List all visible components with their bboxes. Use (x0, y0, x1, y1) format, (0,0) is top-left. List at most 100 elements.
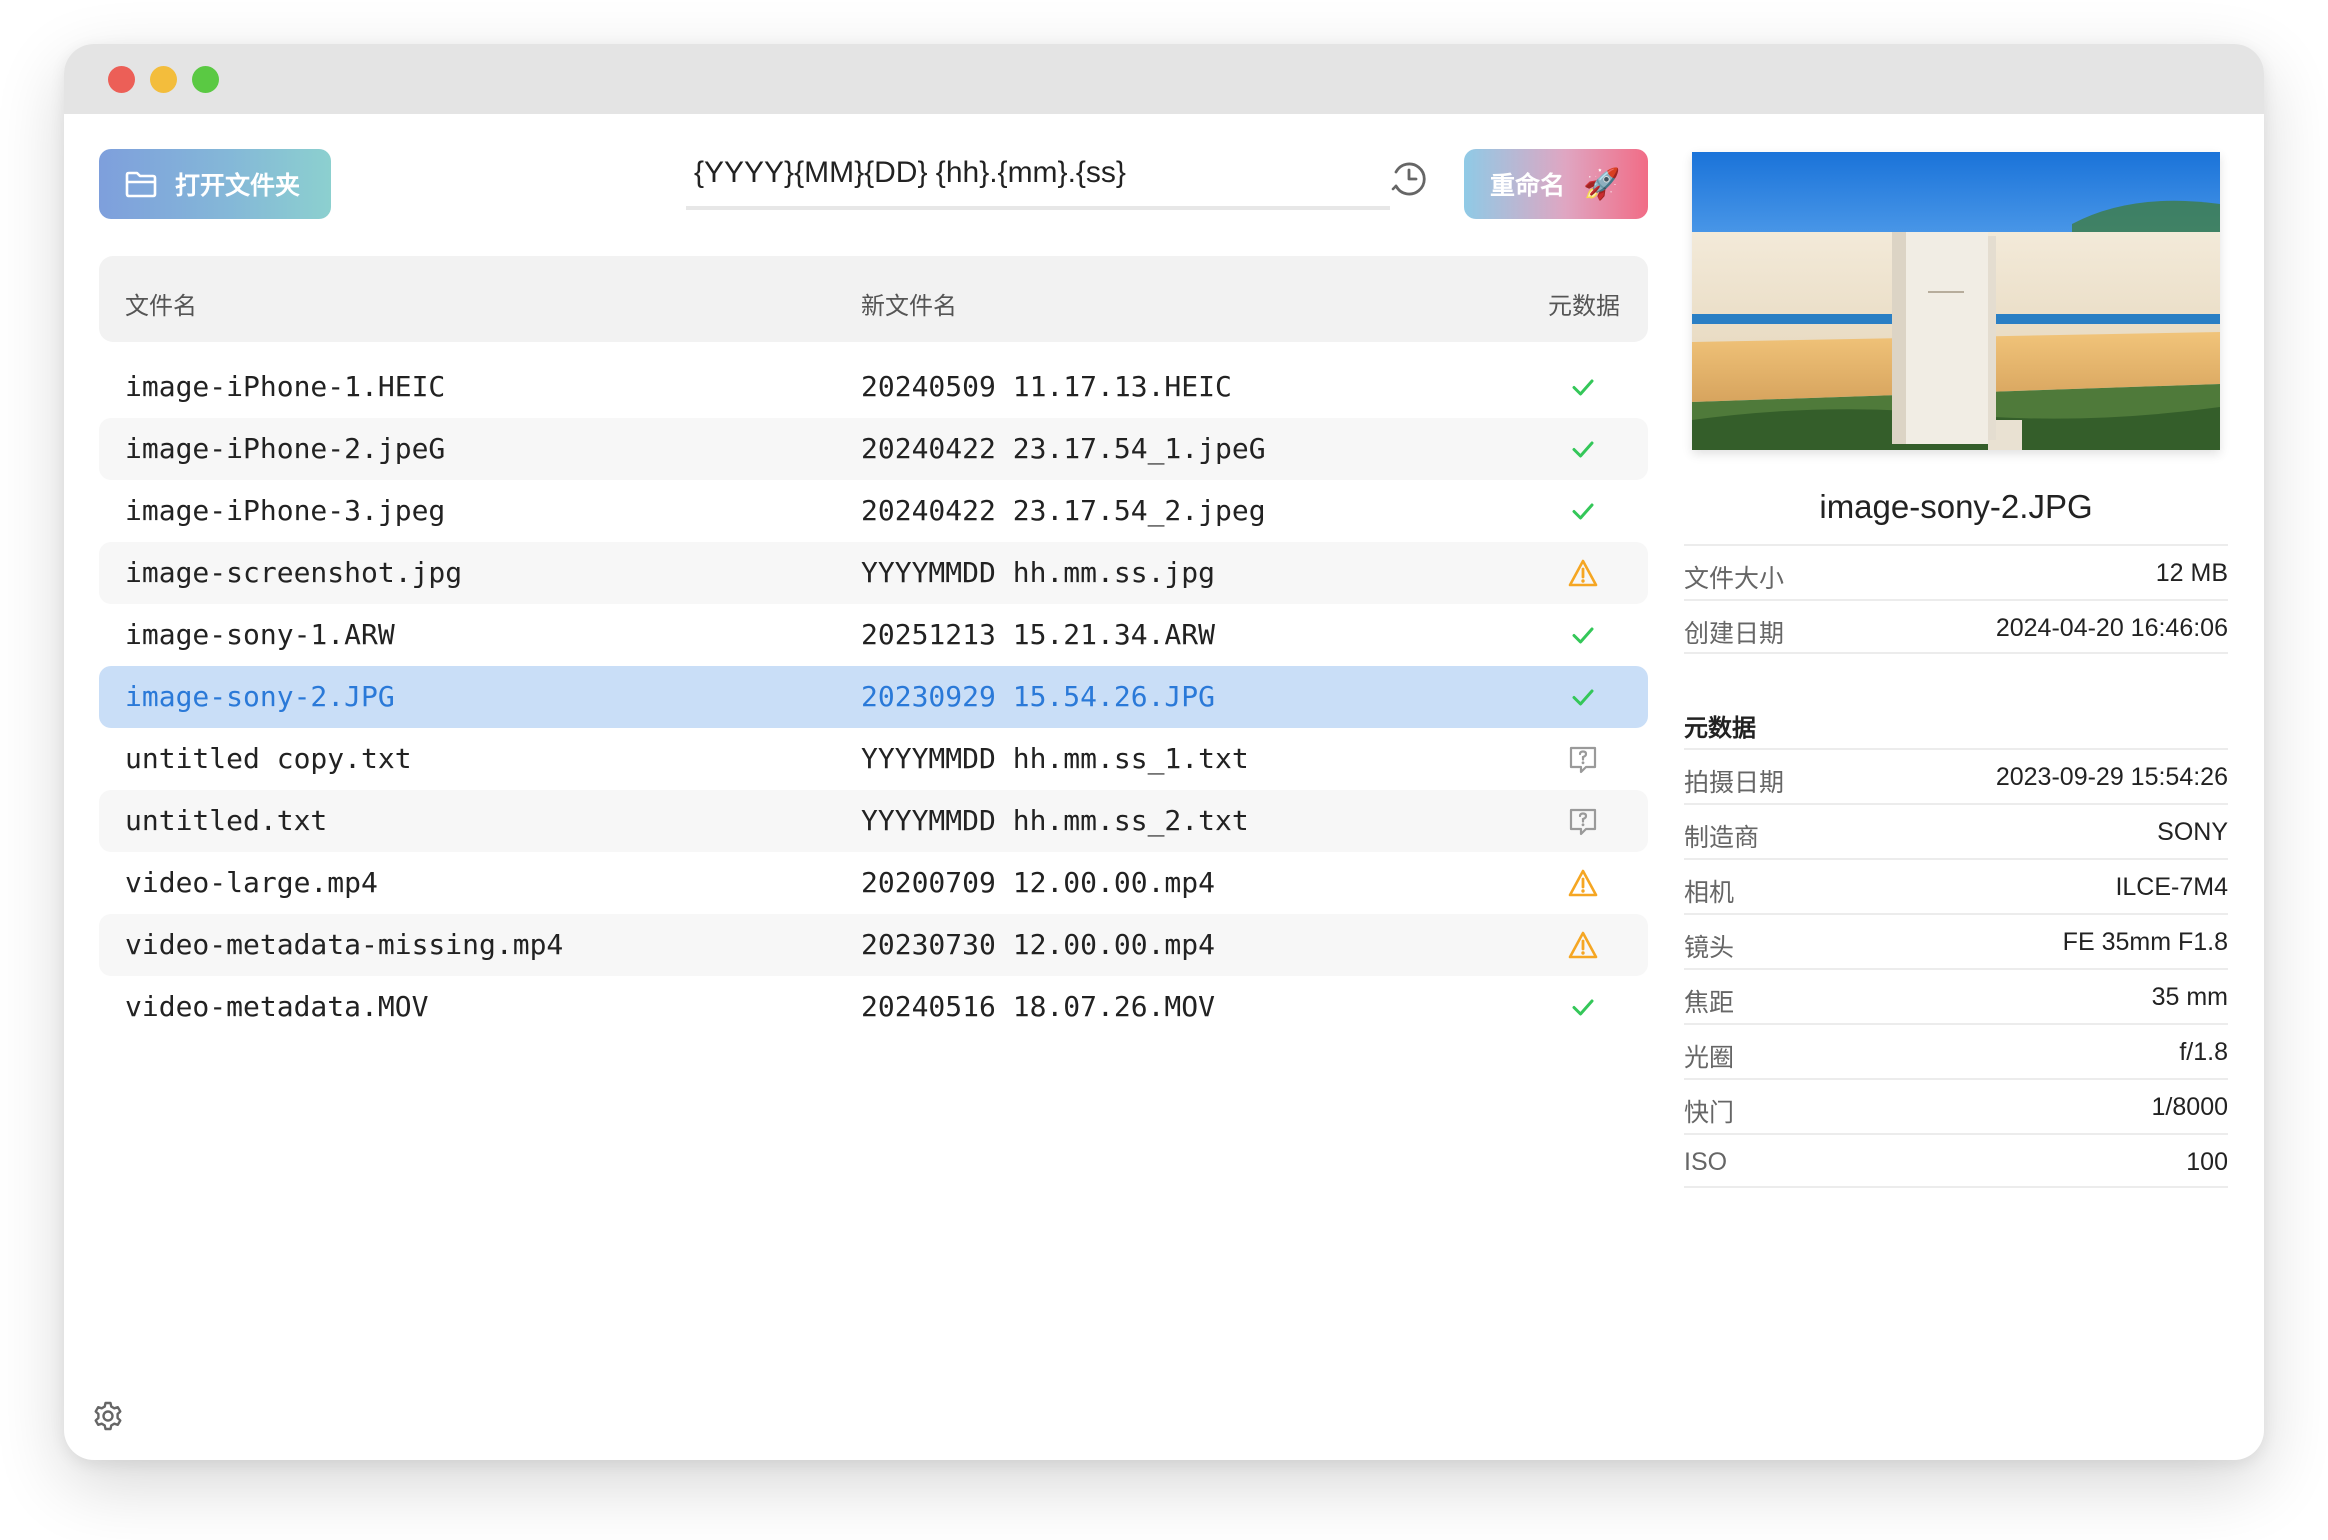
info-label: 快门 (1684, 1099, 1735, 1127)
image-preview (1692, 152, 2220, 450)
rename-pattern-field (686, 144, 1390, 210)
file-name-cell: image-screenshot.jpg (125, 556, 463, 589)
table-row[interactable]: image-sony-2.JPG 20230929 15.54.26.JPG (99, 666, 1648, 728)
checkmark-icon (1572, 379, 1594, 396)
info-value: 1/8000 (2151, 1093, 2228, 1121)
rename-button[interactable]: 重命名 🚀 (1464, 149, 1648, 219)
minimize-window-button[interactable] (150, 66, 177, 93)
table-row[interactable]: untitled.txt YYYYMMDD hh.mm.ss_2.txt (99, 790, 1648, 852)
metadata-section-title: 元数据 (1684, 715, 1756, 742)
file-name-cell: video-large.mp4 (125, 866, 378, 899)
close-window-button[interactable] (108, 66, 135, 93)
file-name-cell: image-iPhone-1.HEIC (125, 370, 446, 403)
new-file-name-cell: 20230929 15.54.26.JPG (861, 680, 1216, 713)
info-row: ISO 100 (1684, 1133, 2228, 1188)
file-name-cell: image-iPhone-3.jpeg (125, 494, 446, 527)
new-file-name-cell: YYYYMMDD hh.mm.ss_2.txt (861, 804, 1249, 837)
header-file-name[interactable]: 文件名 (125, 286, 197, 321)
info-row: 光圈 f/1.8 (1684, 1023, 2228, 1078)
info-label: 创建日期 (1684, 620, 1785, 648)
info-value: FE 35mm F1.8 (2062, 928, 2228, 956)
info-row: 文件大小 12 MB (1684, 544, 2228, 599)
table-row[interactable]: video-large.mp4 20200709 12.00.00.mp4 (99, 852, 1648, 914)
history-clock-icon[interactable] (1390, 160, 1428, 198)
checkmark-icon (1572, 441, 1594, 458)
info-label: 制造商 (1684, 824, 1760, 852)
new-file-name-cell: 20240516 18.07.26.MOV (861, 990, 1216, 1023)
file-name-cell: untitled copy.txt (125, 742, 412, 775)
info-label: ISO (1684, 1148, 1728, 1176)
unknown-metadata-icon (1569, 746, 1597, 774)
info-value: ILCE-7M4 (2115, 873, 2228, 901)
new-file-name-cell: 20251213 15.21.34.ARW (861, 618, 1216, 651)
warning-icon (1568, 559, 1598, 587)
info-row: 焦距 35 mm (1684, 968, 2228, 1023)
info-value: 2024-04-20 16:46:06 (1995, 614, 2228, 642)
file-table-header: 文件名 新文件名 元数据 (99, 256, 1648, 342)
file-name-cell: image-sony-1.ARW (125, 618, 395, 651)
gear-icon[interactable] (92, 1400, 124, 1432)
table-row[interactable]: video-metadata-missing.mp4 20230730 12.00… (99, 914, 1648, 976)
info-label: 相机 (1684, 879, 1735, 907)
rocket-icon: 🚀 (1583, 167, 1621, 201)
table-row[interactable]: video-metadata.MOV 20240516 18.07.26.MOV (99, 976, 1648, 1038)
zoom-window-button[interactable] (192, 66, 219, 93)
checkmark-icon (1572, 999, 1594, 1016)
file-name-cell: video-metadata-missing.mp4 (125, 928, 564, 961)
photo-thumbnail (1692, 152, 2220, 450)
info-value: f/1.8 (2179, 1038, 2228, 1066)
new-file-name-cell: 20240509 11.17.13.HEIC (861, 370, 1232, 403)
table-row[interactable]: image-iPhone-3.jpeg 20240422 23.17.54_2.j… (99, 480, 1648, 542)
info-label: 镜头 (1684, 934, 1735, 962)
info-label: 焦距 (1684, 989, 1735, 1017)
info-value: 2023-09-29 15:54:26 (1995, 763, 2228, 791)
info-label: 光圈 (1684, 1044, 1735, 1072)
new-file-name-cell: 20230730 12.00.00.mp4 (861, 928, 1216, 961)
unknown-metadata-icon (1569, 808, 1597, 836)
info-row: 快门 1/8000 (1684, 1078, 2228, 1133)
file-name-cell: image-sony-2.JPG (125, 680, 395, 713)
file-name-cell: image-iPhone-2.jpeG (125, 432, 446, 465)
header-metadata[interactable]: 元数据 (1548, 286, 1620, 321)
table-row[interactable]: image-screenshot.jpg YYYYMMDD hh.mm.ss.jp… (99, 542, 1648, 604)
file-info-list: 文件大小 12 MB 创建日期 2024-04-20 16:46:06 (1684, 544, 2228, 654)
table-row[interactable]: untitled copy.txt YYYYMMDD hh.mm.ss_1.txt (99, 728, 1648, 790)
rename-label: 重命名 (1490, 172, 1566, 200)
checkmark-icon (1572, 503, 1594, 520)
info-label: 拍摄日期 (1684, 769, 1785, 797)
new-file-name-cell: YYYYMMDD hh.mm.ss_1.txt (861, 742, 1249, 775)
selected-file-name: image-sony-2.JPG (1819, 488, 2093, 525)
file-name-cell: untitled.txt (125, 804, 328, 837)
info-row: 创建日期 2024-04-20 16:46:06 (1684, 599, 2228, 654)
new-file-name-cell: 20240422 23.17.54_1.jpeG (861, 432, 1266, 465)
warning-icon (1568, 869, 1598, 897)
new-file-name-cell: YYYYMMDD hh.mm.ss.jpg (861, 556, 1216, 589)
info-row: 相机 ILCE-7M4 (1684, 858, 2228, 913)
file-table-body: image-iPhone-1.HEIC 20240509 11.17.13.HEI… (99, 356, 1648, 1038)
info-value: SONY (2157, 818, 2228, 846)
info-value: 100 (2186, 1148, 2228, 1176)
rename-pattern-input[interactable] (686, 144, 1390, 202)
info-row: 拍摄日期 2023-09-29 15:54:26 (1684, 748, 2228, 803)
app-window: 打开文件夹 重命名 🚀 文件名 新文件名 元数据 image-iPhone-1.… (64, 44, 2264, 1460)
open-folder-button[interactable]: 打开文件夹 (99, 149, 331, 219)
table-row[interactable]: image-iPhone-2.jpeG 20240422 23.17.54_1.j… (99, 418, 1648, 480)
info-row: 镜头 FE 35mm F1.8 (1684, 913, 2228, 968)
table-row[interactable]: image-iPhone-1.HEIC 20240509 11.17.13.HEI… (99, 356, 1648, 418)
info-row: 制造商 SONY (1684, 803, 2228, 858)
new-file-name-cell: 20200709 12.00.00.mp4 (861, 866, 1216, 899)
header-new-file-name[interactable]: 新文件名 (861, 286, 957, 321)
table-row[interactable]: image-sony-1.ARW 20251213 15.21.34.ARW (99, 604, 1648, 666)
file-name-cell: video-metadata.MOV (125, 990, 429, 1023)
new-file-name-cell: 20240422 23.17.54_2.jpeg (861, 494, 1266, 527)
info-label: 文件大小 (1684, 565, 1785, 593)
checkmark-icon (1572, 627, 1594, 644)
folder-icon (125, 171, 157, 198)
metadata-list: 拍摄日期 2023-09-29 15:54:26 制造商 SONY 相机 ILCE-7M4… (1684, 748, 2228, 1188)
open-folder-label: 打开文件夹 (175, 172, 301, 200)
info-value: 12 MB (2155, 559, 2228, 587)
checkmark-icon (1572, 689, 1594, 706)
info-value: 35 mm (2151, 983, 2228, 1011)
title-bar (64, 44, 2264, 114)
warning-icon (1568, 931, 1598, 959)
